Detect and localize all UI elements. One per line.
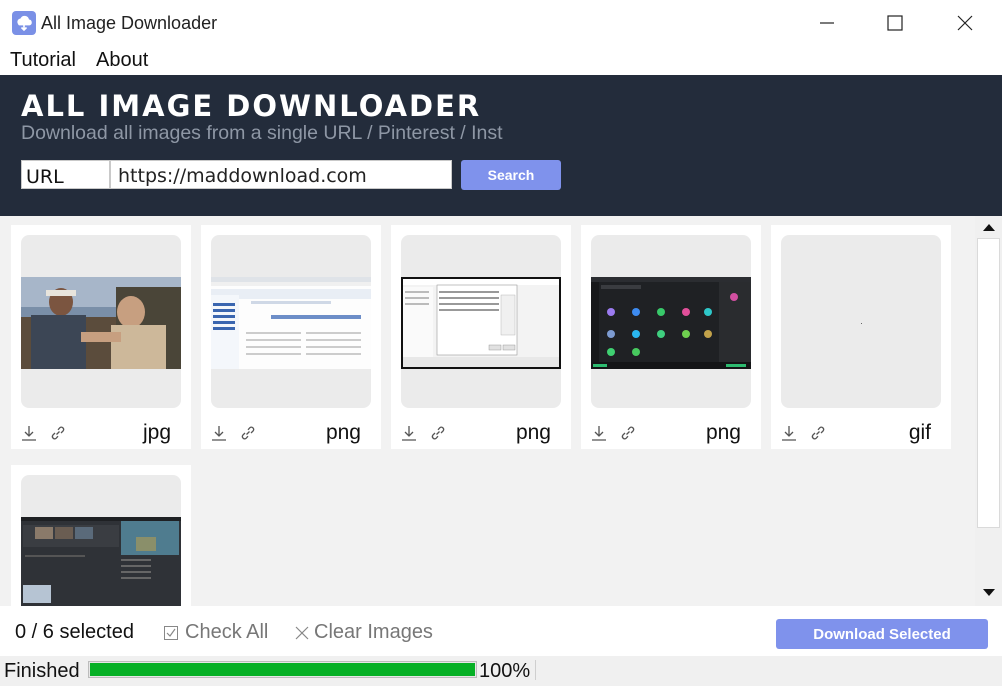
subtitle-clip: Download all images from a single URL / … bbox=[21, 122, 543, 146]
status-bar: Finished 100% bbox=[0, 656, 1002, 686]
app-heading: ALL IMAGE DOWNLOADER bbox=[21, 89, 482, 123]
clear-images-label: Clear Images bbox=[314, 621, 433, 643]
file-extension: gif bbox=[908, 421, 931, 444]
thumbnail-frame bbox=[401, 235, 561, 408]
cloud-download-icon bbox=[12, 11, 36, 35]
gallery-scrollbar[interactable] bbox=[975, 216, 1002, 606]
download-icon[interactable] bbox=[780, 424, 798, 442]
image-card[interactable]: gif bbox=[771, 225, 951, 449]
file-extension: png bbox=[515, 421, 551, 444]
card-actions bbox=[400, 424, 460, 442]
source-type-select[interactable]: URL bbox=[21, 160, 110, 189]
download-icon[interactable] bbox=[590, 424, 608, 442]
image-thumbnail[interactable] bbox=[21, 517, 181, 606]
progress-fill bbox=[90, 663, 475, 676]
arrow-up-icon bbox=[982, 224, 995, 231]
link-icon[interactable] bbox=[809, 424, 827, 442]
image-thumbnail[interactable] bbox=[401, 277, 561, 369]
close-button[interactable] bbox=[930, 0, 1000, 46]
thumbnail-frame bbox=[211, 235, 371, 408]
download-icon[interactable] bbox=[400, 424, 418, 442]
card-actions bbox=[590, 424, 650, 442]
checkbox-icon bbox=[164, 625, 178, 640]
image-thumbnail[interactable] bbox=[211, 277, 371, 369]
link-icon[interactable] bbox=[49, 424, 67, 442]
menu-bar: Tutorial About bbox=[0, 46, 1002, 75]
file-extension: jpg bbox=[142, 421, 171, 444]
card-actions bbox=[20, 424, 80, 442]
thumbnail-frame bbox=[21, 235, 181, 408]
file-extension: png bbox=[325, 421, 361, 444]
close-icon bbox=[957, 15, 973, 31]
menu-item-about[interactable]: About bbox=[96, 49, 148, 72]
card-actions bbox=[210, 424, 270, 442]
scroll-up-button[interactable] bbox=[975, 216, 1002, 238]
download-icon[interactable] bbox=[20, 424, 38, 442]
status-divider bbox=[535, 660, 536, 680]
maximize-icon bbox=[887, 15, 903, 31]
thumbnail-frame bbox=[21, 475, 181, 606]
window-title: All Image Downloader bbox=[41, 13, 218, 33]
image-card[interactable]: png bbox=[391, 225, 571, 449]
check-all-label: Check All bbox=[185, 621, 269, 643]
scroll-thumb[interactable] bbox=[977, 238, 1000, 528]
app-subtitle: Download all images from a single URL / … bbox=[21, 122, 503, 144]
url-input[interactable] bbox=[110, 160, 452, 189]
menu-item-tutorial[interactable]: Tutorial bbox=[10, 49, 76, 72]
image-thumbnail[interactable] bbox=[591, 277, 751, 369]
header-banner: ALL IMAGE DOWNLOADER Download all images… bbox=[0, 75, 1002, 216]
minimize-icon bbox=[820, 22, 834, 24]
progress-bar bbox=[88, 661, 477, 678]
clear-images-button[interactable]: Clear Images bbox=[294, 621, 433, 644]
minimize-button[interactable] bbox=[792, 0, 862, 46]
image-card[interactable]: jpg bbox=[11, 225, 191, 449]
link-icon[interactable] bbox=[429, 424, 447, 442]
search-button[interactable]: Search bbox=[461, 160, 561, 190]
arrow-down-icon bbox=[982, 589, 995, 596]
download-selected-button[interactable]: Download Selected bbox=[776, 619, 988, 649]
file-extension: png bbox=[705, 421, 741, 444]
title-bar: All Image Downloader bbox=[0, 0, 1002, 46]
x-icon bbox=[295, 626, 309, 639]
bottom-toolbar: 0 / 6 selected Check All Clear Images Do… bbox=[0, 606, 1002, 656]
image-thumbnail[interactable] bbox=[781, 277, 941, 369]
thumbnail-frame bbox=[781, 235, 941, 408]
image-thumbnail[interactable] bbox=[21, 277, 181, 369]
selection-count: 0 / 6 selected bbox=[15, 621, 134, 643]
card-actions bbox=[780, 424, 840, 442]
link-icon[interactable] bbox=[239, 424, 257, 442]
image-gallery: jpg png png png gif bbox=[0, 216, 975, 606]
image-card[interactable]: png bbox=[581, 225, 761, 449]
maximize-button[interactable] bbox=[860, 0, 930, 46]
link-icon[interactable] bbox=[619, 424, 637, 442]
scroll-down-button[interactable] bbox=[975, 582, 1002, 604]
image-card[interactable]: png bbox=[201, 225, 381, 449]
status-text: Finished bbox=[4, 660, 80, 682]
thumbnail-frame bbox=[591, 235, 751, 408]
progress-percent: 100% bbox=[479, 660, 531, 682]
download-icon[interactable] bbox=[210, 424, 228, 442]
image-card[interactable] bbox=[11, 465, 191, 606]
check-all-button[interactable]: Check All bbox=[163, 621, 268, 644]
